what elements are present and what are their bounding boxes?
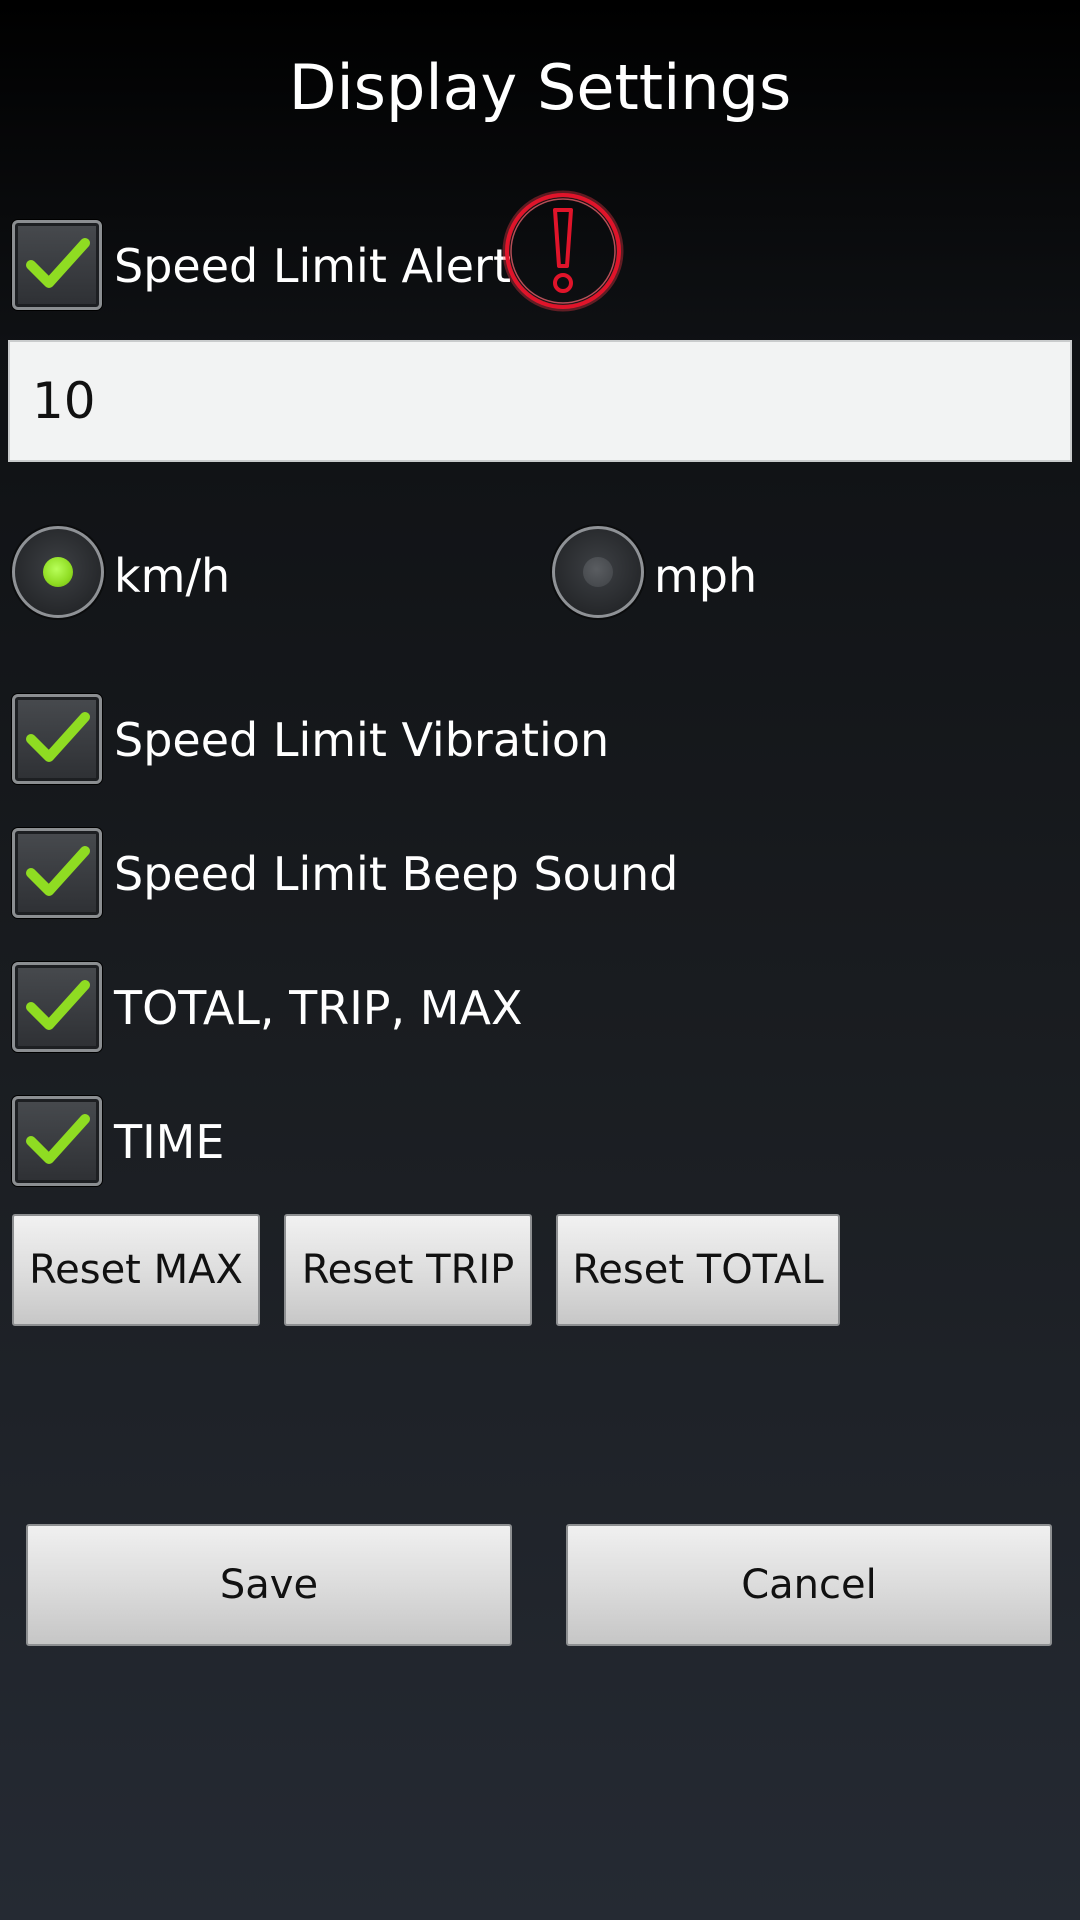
- radio-kmh-label: km/h: [114, 549, 231, 603]
- checkmark-icon: [26, 846, 90, 896]
- alert-exclamation-icon: [502, 190, 624, 312]
- radio-selected-dot: [43, 557, 73, 587]
- time-label: TIME: [114, 1115, 225, 1169]
- speed-limit-vibration-checkbox[interactable]: [12, 694, 102, 784]
- reset-trip-button[interactable]: Reset TRIP: [284, 1214, 532, 1326]
- radio-mph[interactable]: [552, 526, 644, 618]
- save-button[interactable]: Save: [26, 1524, 512, 1646]
- speed-limit-vibration-label: Speed Limit Vibration: [114, 713, 610, 767]
- time-checkbox[interactable]: [12, 1096, 102, 1186]
- speed-limit-beep-sound-checkbox[interactable]: [12, 828, 102, 918]
- total-trip-max-checkbox[interactable]: [12, 962, 102, 1052]
- speed-limit-input[interactable]: 10: [8, 340, 1072, 462]
- checkmark-icon: [26, 1114, 90, 1164]
- total-trip-max-label: TOTAL, TRIP, MAX: [114, 981, 523, 1035]
- checkmark-icon: [26, 980, 90, 1030]
- speed-limit-beep-sound-label: Speed Limit Beep Sound: [114, 847, 679, 901]
- radio-unselected-dot: [583, 557, 613, 587]
- cancel-button[interactable]: Cancel: [566, 1524, 1052, 1646]
- radio-mph-label: mph: [654, 549, 758, 603]
- radio-kmh[interactable]: [12, 526, 104, 618]
- speed-limit-alert-checkbox[interactable]: [12, 220, 102, 310]
- checkmark-icon: [26, 238, 90, 288]
- page-title: Display Settings: [288, 51, 792, 124]
- speed-limit-alert-label: Speed Limit Alert: [114, 239, 511, 293]
- reset-max-button[interactable]: Reset MAX: [12, 1214, 260, 1326]
- reset-total-button[interactable]: Reset TOTAL: [556, 1214, 840, 1326]
- checkmark-icon: [26, 712, 90, 762]
